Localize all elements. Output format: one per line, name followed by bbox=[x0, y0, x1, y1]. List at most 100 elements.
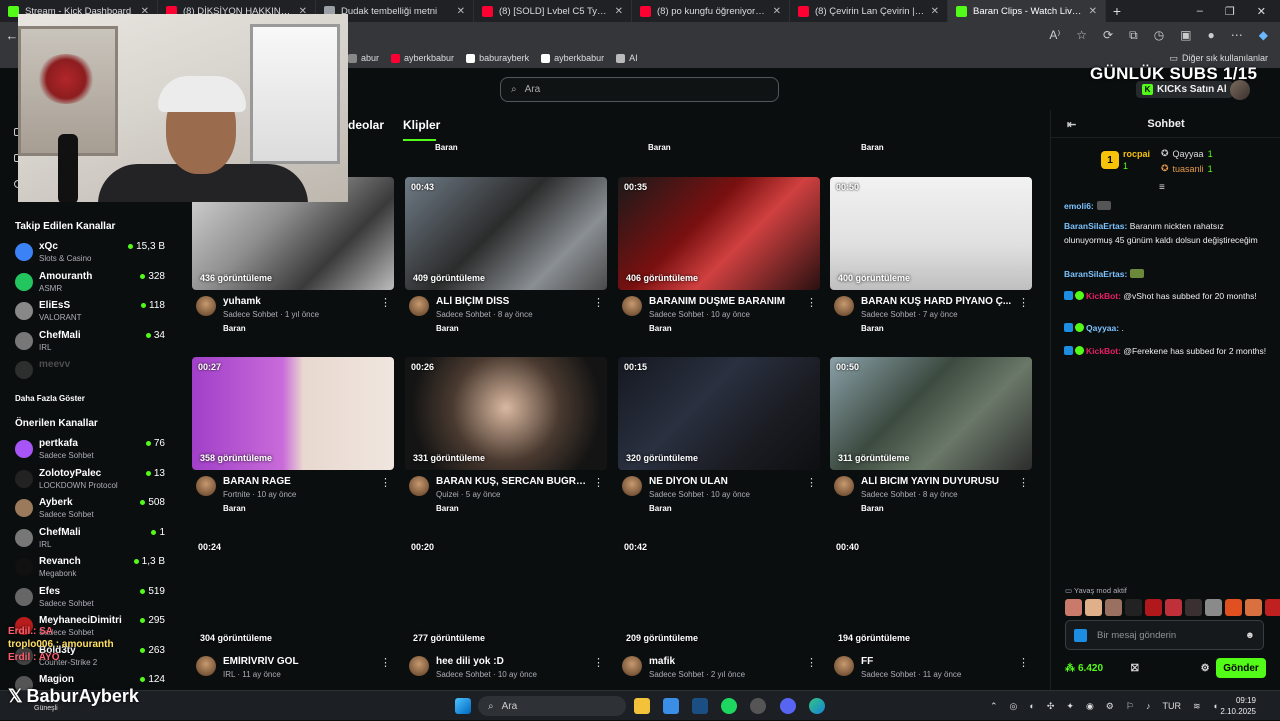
emote[interactable] bbox=[1245, 599, 1262, 616]
browser-tab[interactable]: (8) po kungfu öğreniyor kungfu y ✕ bbox=[632, 0, 790, 22]
close-tab-icon[interactable]: ✕ bbox=[773, 6, 781, 17]
search-input[interactable]: ⌕ Ara bbox=[500, 77, 779, 102]
mic-icon[interactable]: ♪ bbox=[1146, 701, 1151, 711]
bookmark-item[interactable]: AI bbox=[616, 53, 638, 63]
more-options-icon[interactable]: ⋮ bbox=[593, 476, 604, 489]
clip-category[interactable]: Sadece Sohbet bbox=[861, 490, 916, 499]
clip-card[interactable]: 00:50 311 görüntüleme ALİ BICIM YAYIN DUYU… bbox=[830, 357, 1032, 522]
clip-title[interactable]: BARAN KUŞ, SERCAN BUĞRA ... bbox=[436, 476, 591, 487]
clip-title[interactable]: ALİ BİÇİM DİSS bbox=[436, 296, 591, 307]
clip-card[interactable]: 00:24 304 görüntüleme EMİRİVRİV GOL IRL · 1… bbox=[192, 537, 394, 702]
browser-tab[interactable]: (8) [SOLD] Lvbel C5 Type Club Be ✕ bbox=[474, 0, 632, 22]
emote[interactable] bbox=[1205, 599, 1222, 616]
buy-kicks-button[interactable]: K KICKs Satın Al bbox=[1136, 81, 1233, 98]
minimize-icon[interactable]: – bbox=[1197, 5, 1203, 18]
clip-title[interactable]: ALİ BICIM YAYIN DUYURUSU bbox=[861, 476, 1016, 487]
tab-videos[interactable]: deolar bbox=[348, 118, 384, 132]
clip-title[interactable]: BARAN RAGE bbox=[223, 476, 378, 487]
copilot-icon[interactable]: ◆ bbox=[1259, 28, 1268, 43]
clip-channel[interactable]: Baran bbox=[649, 324, 672, 333]
clip-category[interactable]: Sadece Sohbet bbox=[223, 310, 278, 319]
tray-icon[interactable]: ✣ bbox=[1047, 701, 1055, 712]
clip-thumbnail[interactable]: 00:42 209 görüntüleme bbox=[618, 537, 820, 650]
clip-title[interactable]: mafik bbox=[649, 656, 804, 667]
chat-username[interactable]: Qayyaa: bbox=[1086, 323, 1119, 333]
emote[interactable] bbox=[1265, 599, 1280, 616]
clip-channel[interactable]: Baran bbox=[223, 324, 246, 333]
clip-thumbnail[interactable]: 00:40 194 görüntüleme bbox=[830, 537, 1032, 650]
clip-category[interactable]: Sadece Sohbet bbox=[861, 670, 916, 679]
clip-category[interactable]: Fortnite bbox=[223, 490, 250, 499]
channel-label[interactable]: Baran bbox=[648, 143, 671, 152]
profile-icon[interactable]: ● bbox=[1208, 28, 1215, 43]
extensions-icon[interactable]: ⧉ bbox=[1129, 28, 1138, 43]
avatar[interactable] bbox=[196, 296, 216, 316]
clip-card[interactable]: 00:20 277 görüntüleme hee dili yok :D Sadec… bbox=[405, 537, 607, 702]
clip-channel[interactable]: Baran bbox=[861, 504, 884, 513]
more-options-icon[interactable]: ⋮ bbox=[380, 296, 391, 309]
read-aloud-icon[interactable]: A⁾ bbox=[1049, 28, 1060, 43]
favorite-star-icon[interactable]: ☆ bbox=[1076, 28, 1087, 43]
channel-label[interactable]: Baran bbox=[861, 143, 884, 152]
chat-username[interactable]: emoli6: bbox=[1064, 201, 1094, 211]
avatar[interactable] bbox=[196, 656, 216, 676]
clip-thumbnail[interactable]: 00:26 331 görüntüleme bbox=[405, 357, 607, 470]
file-explorer-icon[interactable] bbox=[634, 698, 650, 714]
emoji-icon[interactable]: ☻ bbox=[1245, 630, 1255, 641]
chevron-up-icon[interactable]: ⌃ bbox=[990, 701, 998, 712]
more-options-icon[interactable]: ⋮ bbox=[806, 296, 817, 309]
more-options-icon[interactable]: ⋮ bbox=[380, 656, 391, 669]
clip-title[interactable]: hee dili yok :D bbox=[436, 656, 591, 667]
clip-channel[interactable]: Baran bbox=[436, 504, 459, 513]
avatar[interactable] bbox=[622, 296, 642, 316]
clip-channel[interactable]: Baran bbox=[436, 324, 459, 333]
tray-icon[interactable]: ◎ bbox=[1010, 701, 1018, 712]
clip-category[interactable]: Sadece Sohbet bbox=[649, 670, 704, 679]
clip-category[interactable]: Sadece Sohbet bbox=[649, 310, 704, 319]
browser-tab[interactable]: (8) Çevirin Lan Çevirin | Recep İve ✕ bbox=[790, 0, 948, 22]
more-options-icon[interactable]: ⋮ bbox=[1018, 296, 1029, 309]
emote[interactable] bbox=[1085, 599, 1102, 616]
sidebar-channel[interactable]: Revanch Megabonk 1,3 B bbox=[15, 556, 165, 584]
refresh-icon[interactable]: ⟳ bbox=[1103, 28, 1113, 43]
clip-thumbnail[interactable]: 00:24 304 görüntüleme bbox=[192, 537, 394, 650]
other-bookmarks[interactable]: ▭ Diğer sık kullanılanlar bbox=[1169, 53, 1280, 64]
clip-card[interactable]: 00:27 358 görüntüleme BARAN RAGE Fortnite ·… bbox=[192, 357, 394, 522]
close-tab-icon[interactable]: ✕ bbox=[457, 6, 465, 17]
clip-card[interactable]: 00:50 400 görüntüleme BARAN KUŞ HARD PİYAN… bbox=[830, 177, 1032, 342]
clip-title[interactable]: EMİRİVRİV GOL bbox=[223, 656, 378, 667]
clip-title[interactable]: FF bbox=[861, 656, 1016, 667]
clip-title[interactable]: BARANIM DÜŞME BARANIM bbox=[649, 296, 804, 307]
more-options-icon[interactable]: ⋮ bbox=[806, 476, 817, 489]
spotify-icon[interactable] bbox=[721, 698, 737, 714]
sidebar-channel[interactable]: Efes Sadece Sohbet 519 bbox=[15, 586, 165, 614]
clip-thumbnail[interactable]: 00:15 320 görüntüleme bbox=[618, 357, 820, 470]
close-tab-icon[interactable]: ✕ bbox=[931, 6, 939, 17]
sidebar-channel[interactable]: Amouranth ASMR 328 bbox=[15, 271, 165, 299]
history-icon[interactable]: ◷ bbox=[1154, 28, 1164, 43]
clip-title[interactable]: yuhamk bbox=[223, 296, 378, 307]
bookmark-item[interactable]: ayberkbabur bbox=[391, 53, 454, 63]
avatar[interactable] bbox=[409, 656, 429, 676]
clip-title[interactable]: NE DİYON ULAN bbox=[649, 476, 804, 487]
gift-icon[interactable]: ⛝ bbox=[1131, 663, 1139, 674]
steam-icon[interactable] bbox=[692, 698, 708, 714]
clip-card[interactable]: 00:43 409 görüntüleme ALİ BİÇİM DİSS Sadece… bbox=[405, 177, 607, 342]
more-options-icon[interactable]: ⋮ bbox=[1018, 656, 1029, 669]
avatar[interactable] bbox=[622, 656, 642, 676]
close-tab-icon[interactable]: ✕ bbox=[615, 6, 623, 17]
avatar[interactable] bbox=[196, 476, 216, 496]
clock[interactable]: 09:19 2.10.2025 bbox=[1220, 695, 1256, 717]
sidebar-channel[interactable]: pertkafa Sadece Sohbet 76 bbox=[15, 438, 165, 466]
more-icon[interactable]: ⋯ bbox=[1231, 28, 1243, 43]
avatar[interactable] bbox=[1230, 80, 1250, 100]
wifi-icon[interactable]: ≋ bbox=[1193, 701, 1201, 712]
close-tab-icon[interactable]: ✕ bbox=[1089, 6, 1097, 17]
chat-username[interactable]: KickBot: bbox=[1086, 346, 1121, 356]
chat-username[interactable]: KickBot: bbox=[1086, 291, 1121, 301]
tray-icon[interactable]: ◉ bbox=[1086, 701, 1094, 712]
avatar[interactable] bbox=[409, 476, 429, 496]
tab-clips[interactable]: Klipler bbox=[403, 118, 440, 132]
emote[interactable] bbox=[1065, 599, 1082, 616]
clip-card[interactable]: 00:15 320 görüntüleme NE DİYON ULAN Sadece … bbox=[618, 357, 820, 522]
